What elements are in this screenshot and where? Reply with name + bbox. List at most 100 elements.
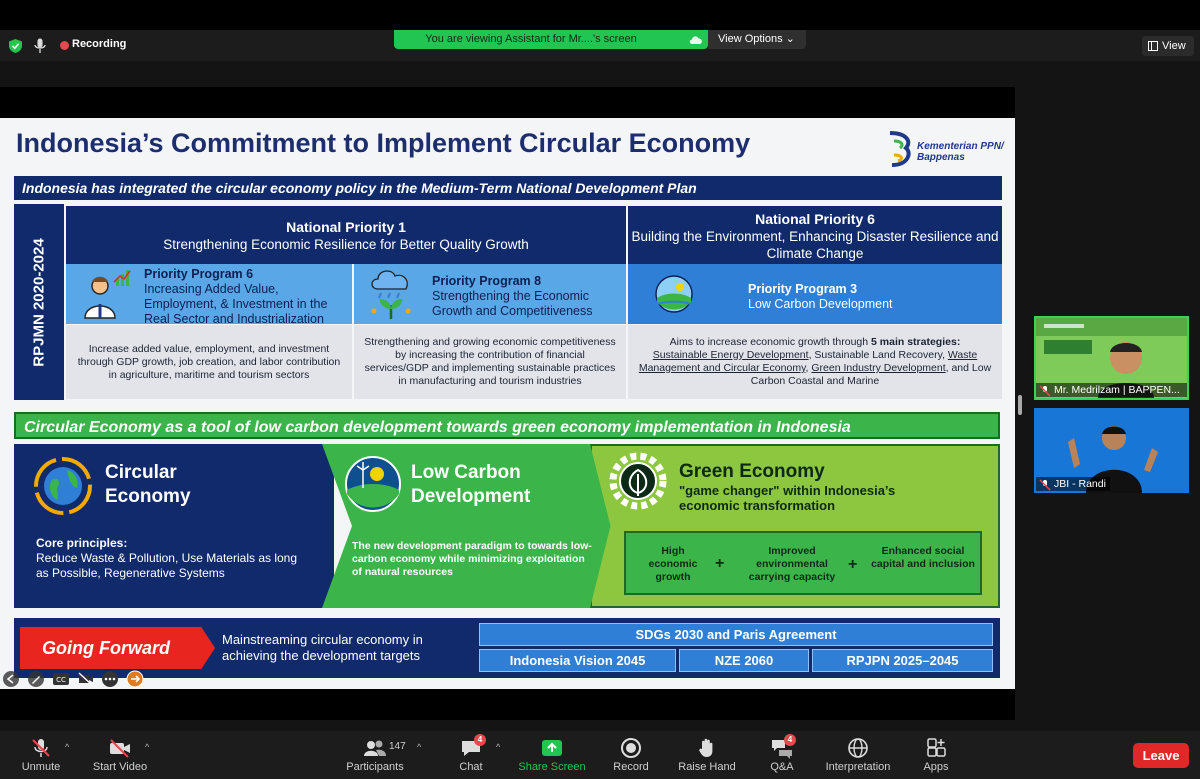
logo-text-line1: Kementerian PPN/	[917, 141, 1004, 152]
circular-economy-banner: Circular Economy as a tool of low carbon…	[14, 412, 1000, 439]
worker-chart-icon	[84, 270, 131, 319]
pp3-description: Low Carbon Development	[748, 297, 893, 311]
muted-mic-icon	[1039, 385, 1051, 397]
outcome-high-economic-growth: High economic growth	[648, 545, 698, 583]
start-video-label: Start Video	[92, 761, 148, 773]
view-options-dropdown[interactable]: View Options ⌄	[708, 30, 806, 49]
priority-program-6: Priority Program 6 Increasing Added Valu…	[66, 264, 352, 327]
view-options-label: View Options	[718, 33, 783, 45]
rpjmn-label-text: RPJMN 2020-2024	[30, 237, 48, 367]
record-icon	[621, 738, 641, 758]
pp3-detail-intro: Aims to increase economic growth through	[669, 336, 869, 348]
ce-title-line2: Economy	[105, 486, 191, 507]
pp6-text: Priority Program 6 Increasing Added Valu…	[144, 267, 340, 327]
audio-options-caret[interactable]: ^	[65, 742, 69, 752]
chevron-down-icon: ⌄	[785, 33, 795, 45]
bappenas-logo-icon	[889, 131, 911, 167]
leave-button[interactable]: Leave	[1133, 743, 1189, 768]
outcome-social-capital: Enhanced social capital and inclusion	[871, 545, 975, 570]
recording-dot-icon	[60, 41, 69, 50]
apps-label: Apps	[923, 761, 949, 773]
pp6-description: Increasing Added Value, Employment, & In…	[144, 282, 328, 326]
pp3-title: Priority Program 3	[748, 282, 858, 296]
qa-label: Q&A	[770, 761, 794, 773]
pp8-text: Priority Program 8 Strengthening the Eco…	[432, 274, 612, 319]
green-economy-subtitle: "game changer" within Indonesia’s econom…	[679, 483, 896, 513]
np6-subtitle: Building the Environment, Enhancing Disa…	[631, 229, 999, 261]
view-button-label: View	[1162, 40, 1186, 52]
slide-title: Indonesia’s Commitment to Implement Circ…	[16, 128, 751, 158]
share-screen-icon	[542, 740, 562, 756]
globe-icon	[848, 738, 868, 758]
going-forward-arrow: Going Forward	[20, 627, 215, 669]
video-off-icon	[110, 739, 130, 758]
raise-hand-button[interactable]: Raise Hand	[674, 734, 740, 776]
muted-microphone-icon	[32, 739, 50, 757]
core-principles-text: Reduce Waste & Pollution, Use Materials …	[36, 551, 298, 580]
participants-options-caret[interactable]: ^	[417, 742, 421, 752]
recording-label: Recording	[72, 38, 127, 50]
participants-icon	[364, 740, 386, 756]
muted-mic-icon	[1039, 479, 1051, 491]
record-label: Record	[613, 761, 649, 773]
bappenas-logo-text: Kementerian PPN/ Bappenas	[917, 141, 1004, 163]
low-carbon-development-title: Low Carbon Development	[411, 461, 530, 509]
medrilzam-name-label: Mr. Medrilzam | BAPPEN...	[1054, 384, 1180, 396]
camera-off-icon[interactable]	[77, 670, 95, 688]
landscape-globe-icon	[345, 456, 401, 512]
logo-text-line2: Bappenas	[917, 152, 965, 163]
chat-options-caret[interactable]: ^	[496, 742, 500, 752]
previous-slide-icon[interactable]	[2, 670, 20, 688]
title-bar	[0, 0, 1200, 30]
captions-icon[interactable]: CC	[52, 670, 70, 688]
randi-name-label: JBI - Randi	[1054, 478, 1106, 490]
view-grid-icon	[1148, 41, 1158, 51]
participant-name-medrilzam: Mr. Medrilzam | BAPPEN...	[1036, 383, 1187, 397]
share-screen-button[interactable]: Share Screen	[514, 734, 590, 776]
goal-nze-2060: NZE 2060	[679, 649, 809, 672]
cloud-plant-icon	[371, 270, 411, 319]
pp8-detail: Strengthening and growing economic compe…	[354, 325, 626, 399]
panel-resize-handle[interactable]	[1018, 395, 1022, 415]
earth-landscape-icon	[655, 275, 693, 313]
security-shield-icon[interactable]	[9, 39, 22, 53]
participants-label: Participants	[346, 761, 404, 773]
plus-sign: +	[848, 556, 858, 573]
unmute-button[interactable]: Unmute	[14, 734, 68, 776]
pen-icon[interactable]	[27, 670, 45, 688]
pp8-description: Strengthening the Economic Growth and Co…	[432, 289, 593, 318]
plus-sign: +	[715, 555, 725, 572]
ce-title-line1: Circular	[105, 462, 177, 483]
interpretation-button[interactable]: Interpretation	[820, 734, 896, 776]
low-carbon-development-description: The new development paradigm to towards …	[352, 540, 592, 578]
circular-economy-title: Circular Economy	[105, 461, 191, 509]
rpjmn-label: RPJMN 2020-2024	[14, 204, 64, 400]
microphone-icon[interactable]	[34, 38, 46, 54]
pp3-detail: Aims to increase economic growth through…	[628, 325, 1002, 399]
participant-name-randi: JBI - Randi	[1036, 477, 1110, 491]
raise-hand-label: Raise Hand	[678, 761, 736, 773]
priority-program-3: Priority Program 3 Low Carbon Developmen…	[628, 264, 1002, 324]
pp3-detail-bold: 5 main strategies:	[871, 336, 961, 348]
video-options-caret[interactable]: ^	[145, 742, 149, 752]
pp6-detail: Increase added value, employment, and in…	[66, 325, 352, 399]
zoom-window: Recording You are viewing Assistant for …	[0, 0, 1200, 779]
core-principles-label: Core principles:	[36, 536, 128, 550]
viewing-screen-banner: You are viewing Assistant for Mr....'s s…	[394, 30, 708, 49]
outcome-environmental-capacity: Improved environmental carrying capacity	[748, 545, 836, 583]
chat-badge: 4	[474, 734, 486, 746]
chat-label: Chat	[459, 761, 483, 773]
strategy-1: Sustainable Energy Development	[652, 349, 809, 361]
more-options-icon[interactable]	[101, 670, 119, 688]
strategy-2: Sustainable Land Recovery	[814, 349, 943, 361]
share-screen-label: Share Screen	[518, 761, 586, 773]
record-button[interactable]: Record	[608, 734, 654, 776]
next-slide-icon[interactable]	[126, 670, 144, 688]
rpjmn-banner: Indonesia has integrated the circular ec…	[14, 176, 1002, 200]
start-video-button[interactable]: Start Video	[88, 734, 152, 776]
np1-subtitle: Strengthening Economic Resilience for Be…	[163, 237, 529, 252]
apps-button[interactable]: Apps	[918, 734, 954, 776]
svg-text:CC: CC	[56, 676, 66, 684]
view-button[interactable]: View	[1142, 36, 1194, 56]
core-principles: Core principles: Reduce Waste & Pollutio…	[36, 536, 298, 581]
